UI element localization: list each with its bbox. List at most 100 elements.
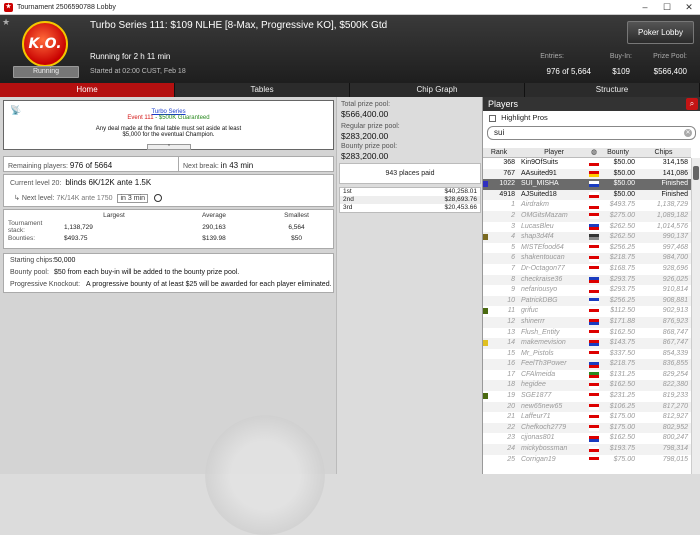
player-row[interactable]: 21 Laffeur71 $175.00 812,927 (483, 412, 691, 423)
player-name: nefariousyo (521, 286, 558, 294)
player-name: AAsuited91 (521, 169, 557, 177)
event-line: Event 111 - $500K Guaranteed (127, 115, 210, 121)
flag-swatch (589, 276, 599, 283)
country-flag-icon (587, 455, 601, 466)
minimize-icon[interactable]: – (634, 0, 656, 15)
player-bounty: $162.50 (609, 381, 635, 389)
entries-value: 976 of 5,664 (546, 67, 591, 76)
regular-prize-value: $283,200.00 (341, 131, 389, 141)
player-rank: 21 (507, 413, 515, 421)
player-rank: 10 (507, 296, 515, 304)
player-chips: 876,923 (662, 317, 688, 325)
player-row[interactable]: 19 SGE1877 $231.25 819,233 (483, 391, 691, 402)
stack-label: Tournament stack: (8, 220, 43, 234)
tab-home[interactable]: Home (0, 83, 175, 97)
player-name: OMGitsMazam (521, 211, 568, 219)
poker-lobby-button[interactable]: Poker Lobby (627, 21, 694, 44)
current-level-label: Current level 20: (10, 180, 62, 187)
player-rank: 25 (507, 455, 515, 463)
player-bounty: $143.75 (609, 339, 635, 347)
players-scrollbar[interactable] (691, 158, 700, 474)
highlight-pros-row[interactable]: Highlight Pros (483, 111, 700, 125)
player-row[interactable]: 1022 SUI_MISHA $50.00 Finished (483, 179, 691, 190)
close-icon[interactable]: ✕ (678, 0, 700, 15)
player-chips: 812,927 (662, 413, 688, 421)
payout-list[interactable]: 1st $40,258.01 2nd $28,693.76 3rd $20,453.6… (339, 187, 481, 213)
flag-swatch (589, 319, 599, 326)
remaining-value: 976 of 5664 (69, 161, 113, 170)
player-chips: 798,015 (662, 455, 688, 463)
tournament-header: ★ K.O. Running Turbo Series 111: $109 NL… (0, 15, 700, 83)
search-icon[interactable]: ⌕ (686, 98, 698, 110)
payout-row: 3rd $20,453.66 (343, 204, 477, 211)
player-row[interactable]: 1 Airdrakm $493.75 1,138,729 (483, 200, 691, 211)
player-rank: 368 (503, 159, 515, 166)
favorite-star-icon[interactable]: ★ (2, 18, 11, 27)
scrollbar-thumb[interactable] (693, 166, 699, 180)
player-chips: 836,855 (662, 360, 688, 368)
tab-chip-graph[interactable]: Chip Graph (350, 83, 525, 97)
player-row[interactable]: 22 Chefkoch2779 $175.00 802,952 (483, 422, 691, 434)
country-header-icon[interactable]: ◍ (587, 148, 601, 157)
player-chips: 1,138,729 (656, 201, 688, 209)
tab-bar: Home Tables Chip Graph Structure (0, 83, 700, 97)
country-flag-icon (587, 253, 601, 264)
regular-prize-label: Regular prize pool: (341, 123, 400, 130)
player-row[interactable]: 25 Corrigan19 $75.00 798,015 (483, 455, 691, 466)
country-flag-icon (587, 370, 601, 381)
player-row[interactable]: 9 nefariousyo $293.75 910,814 (483, 285, 691, 296)
player-row[interactable]: 5 MISTEfood64 $256.25 997,468 (483, 243, 691, 254)
clear-search-icon[interactable]: ✕ (684, 129, 692, 137)
player-row[interactable]: 14 makemevision $143.75 867,747 (483, 338, 691, 349)
pko-value: A progressive bounty of at least $25 wil… (86, 281, 332, 288)
country-flag-icon (587, 200, 601, 211)
player-row[interactable]: 2 OMGitsMazam $275.00 1,089,182 (483, 210, 691, 222)
player-bounty: $256.25 (609, 243, 635, 251)
player-row[interactable]: 10 PatrickDBG $256.25 908,881 (483, 295, 691, 307)
player-name: Mr_Pistols (521, 349, 554, 357)
player-name: mickybossman (521, 445, 568, 453)
player-bounty: $256.25 (609, 296, 635, 304)
rank-header[interactable]: Rank (483, 148, 519, 157)
player-chips: 829,254 (662, 370, 688, 378)
player-row[interactable]: 8 checkraise36 $293.75 926,025 (483, 274, 691, 286)
player-header[interactable]: Player (519, 148, 587, 157)
player-row[interactable]: 16 FeelTh3Power $218.75 836,855 (483, 359, 691, 370)
average-stack: 290,163 (202, 223, 226, 231)
ko-logo: K.O. (22, 21, 68, 67)
player-chips: 928,696 (662, 264, 688, 272)
player-row[interactable]: 767 AAsuited91 $50.00 141,086 (483, 168, 691, 180)
player-row[interactable]: 4918 AJSuited18 $50.00 Finished (483, 189, 691, 201)
player-rank: 23 (507, 434, 515, 442)
player-bounty: $50.00 (613, 169, 635, 177)
player-row[interactable]: 7 Dr-Octagon77 $168.75 928,696 (483, 264, 691, 275)
player-row[interactable]: 15 Mr_Pistols $337.50 854,339 (483, 349, 691, 360)
maximize-icon[interactable]: ☐ (656, 0, 678, 15)
player-row[interactable]: 17 CFAlmeida $131.25 829,254 (483, 370, 691, 381)
player-row[interactable]: 11 grifuc $112.50 902,913 (483, 306, 691, 317)
chips-header[interactable]: Chips (639, 148, 691, 157)
player-rank: 16 (507, 360, 515, 368)
player-row[interactable]: 12 shinerrr $171.88 876,923 (483, 316, 691, 328)
highlight-pros-label: Highlight Pros (501, 113, 548, 122)
player-row[interactable]: 3 LucasBleu $262.50 1,014,576 (483, 222, 691, 233)
player-row[interactable]: 6 shakentoucan $218.75 984,700 (483, 253, 691, 264)
player-row[interactable]: 368 Kin9OfSuits $50.00 314,158 (483, 158, 691, 169)
clock-icon[interactable] (153, 194, 162, 203)
bounty-header[interactable]: Bounty (601, 148, 639, 157)
highlight-pros-checkbox[interactable] (489, 114, 496, 122)
tab-structure[interactable]: Structure (525, 83, 700, 97)
player-row[interactable]: 24 mickybossman $193.75 798,314 (483, 444, 691, 455)
window-title: Tournament 2506590788 Lobby (17, 3, 116, 11)
player-row[interactable]: 23 cjjonas801 $162.50 800,247 (483, 433, 691, 444)
player-note-marker (483, 181, 488, 188)
player-row[interactable]: 18 hegidee $162.50 822,380 (483, 380, 691, 392)
player-row[interactable]: 13 Flush_Entity $162.50 868,747 (483, 328, 691, 339)
collapse-toggle[interactable]: ⌃ (147, 144, 191, 150)
player-chips: 926,025 (662, 275, 688, 283)
country-flag-icon (587, 317, 601, 328)
player-row[interactable]: 4 shap3d4f4 $262.50 990,137 (483, 232, 691, 243)
tab-tables[interactable]: Tables (175, 83, 350, 97)
player-row[interactable]: 20 new65new65 $106.25 817,270 (483, 401, 691, 413)
player-search-input[interactable]: sui ✕ (487, 126, 696, 140)
